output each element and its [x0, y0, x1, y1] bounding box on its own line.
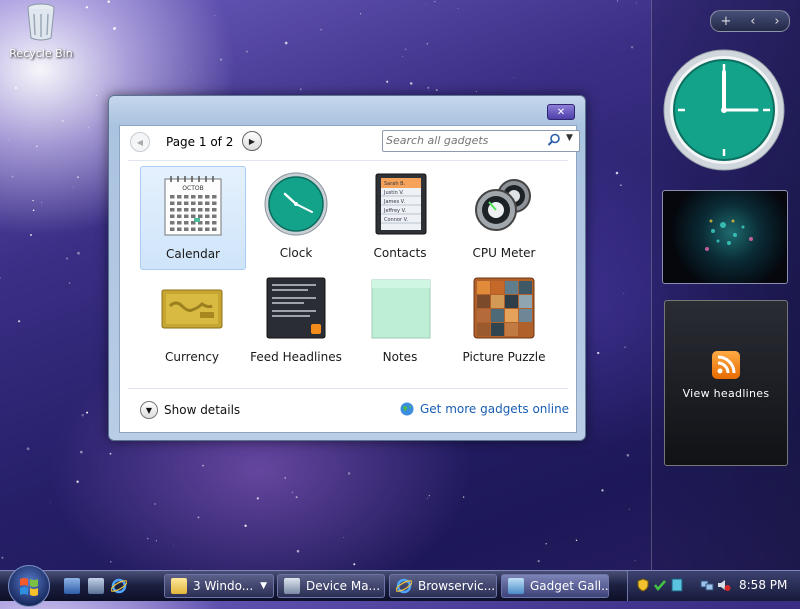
- gadget-tile-cpu-meter[interactable]: CPU Meter: [452, 166, 556, 268]
- slideshow-image: [705, 219, 753, 251]
- close-button[interactable]: ✕: [547, 104, 575, 120]
- gadget-name: Feed Headlines: [250, 350, 342, 364]
- globe-icon: [400, 402, 414, 416]
- rss-icon: [712, 351, 740, 379]
- gadget-name: Clock: [279, 246, 313, 260]
- slideshow-gadget[interactable]: [662, 190, 788, 284]
- gadget-name: Contacts: [373, 246, 427, 260]
- system-tray: 8:58 PM: [627, 571, 800, 601]
- gadget-tile-contacts[interactable]: Sarah B. Justin V. James V. Jeffrey V. C…: [348, 166, 452, 268]
- get-more-gadgets-label: Get more gadgets online: [420, 402, 570, 416]
- internet-explorer-icon[interactable]: [110, 578, 128, 594]
- recycle-bin-icon: [27, 3, 55, 41]
- start-button[interactable]: [8, 565, 50, 607]
- svg-text:Justin V.: Justin V.: [383, 190, 404, 196]
- volume-muted-icon[interactable]: [717, 578, 731, 592]
- toolbar-divider: [128, 160, 568, 161]
- gadget-tile-feed-headlines[interactable]: Feed Headlines: [244, 270, 348, 372]
- task-button-gadget-gallery[interactable]: Gadget Gall...: [501, 574, 609, 598]
- clock-icon: [264, 172, 328, 236]
- gadget-name: Currency: [164, 350, 220, 364]
- svg-text:Sarah B.: Sarah B.: [384, 181, 406, 187]
- previous-page-button[interactable]: ◀: [130, 132, 150, 152]
- gadget-gallery-icon: [508, 578, 524, 594]
- gadget-tile-picture-puzzle[interactable]: Picture Puzzle: [452, 270, 556, 372]
- task-button-device-manager[interactable]: Device Ma...: [277, 574, 385, 598]
- view-headlines-label[interactable]: View headlines: [665, 387, 787, 400]
- svg-text:Jeffrey V.: Jeffrey V.: [383, 208, 406, 214]
- search-icon[interactable]: [547, 133, 561, 147]
- show-details-button[interactable]: ▼ Show details: [140, 401, 240, 419]
- gadget-gallery-window: ✕ ◀ Page 1 of 2 ▶ ▼: [108, 95, 586, 441]
- gadget-name: Notes: [382, 350, 418, 364]
- get-more-gadgets-link[interactable]: Get more gadgets online: [400, 402, 569, 416]
- clock-gadget[interactable]: [662, 48, 786, 172]
- close-icon: ✕: [556, 106, 566, 118]
- sidebar-prev-button[interactable]: ‹: [750, 14, 755, 29]
- chevron-down-icon: ▼: [260, 581, 267, 591]
- gallery-toolbar: ◀ Page 1 of 2 ▶ ▼: [120, 126, 580, 158]
- contacts-icon: Sarah B. Justin V. James V. Jeffrey V. C…: [375, 173, 427, 235]
- feed-headlines-gadget[interactable]: View headlines: [664, 300, 788, 466]
- gadget-tile-clock[interactable]: Clock: [244, 166, 348, 268]
- svg-text:Connor V.: Connor V.: [384, 217, 408, 223]
- recycle-bin[interactable]: Recycle Bin: [6, 2, 76, 60]
- task-button-browservice[interactable]: Browservic...: [389, 574, 497, 598]
- search-box[interactable]: ▼: [382, 130, 580, 152]
- cpu-meter-icon: [475, 179, 531, 231]
- calendar-icon: OCTOB: [164, 176, 222, 236]
- gadget-tile-currency[interactable]: Currency: [140, 270, 244, 372]
- task-button-windows-explorer[interactable]: 3 Windo... ▼: [164, 574, 274, 598]
- network-icon[interactable]: [700, 578, 714, 592]
- sidebar-controls: + ‹ ›: [710, 10, 790, 32]
- switch-windows-icon[interactable]: [88, 578, 104, 594]
- search-options-chevron-icon[interactable]: ▼: [566, 133, 573, 143]
- feed-headlines-icon: [266, 277, 326, 339]
- currency-icon: [161, 289, 223, 329]
- recycle-bin-label: Recycle Bin: [9, 47, 73, 60]
- security-shield-icon[interactable]: [636, 578, 650, 592]
- footer-divider: [128, 388, 568, 389]
- add-gadget-button[interactable]: +: [720, 14, 731, 29]
- gadget-name: Picture Puzzle: [462, 350, 546, 364]
- sidebar-next-button[interactable]: ›: [774, 14, 779, 29]
- chevron-down-icon: ▼: [140, 401, 158, 419]
- picture-puzzle-icon: [473, 277, 535, 339]
- internet-explorer-icon: [395, 578, 413, 594]
- gadget-tile-notes[interactable]: Notes: [348, 270, 452, 372]
- notes-icon: [371, 279, 431, 339]
- taskbar: 3 Windo... ▼ Device Ma... Browservic... …: [0, 565, 800, 607]
- next-page-button[interactable]: ▶: [242, 131, 262, 151]
- device-manager-icon: [284, 578, 300, 594]
- sidebar-tray-icon[interactable]: [670, 578, 684, 592]
- gallery-content: ◀ Page 1 of 2 ▶ ▼: [119, 125, 580, 433]
- clock-time[interactable]: 8:58 PM: [739, 578, 787, 592]
- calendar-month-label: OCTOB: [182, 185, 203, 192]
- search-input[interactable]: [386, 132, 538, 148]
- page-indicator: Page 1 of 2: [166, 135, 234, 149]
- show-desktop-icon[interactable]: [64, 578, 80, 594]
- svg-text:James V.: James V.: [383, 199, 405, 205]
- check-icon[interactable]: [653, 578, 667, 592]
- gadget-tile-calendar[interactable]: OCTOB Calendar: [140, 166, 246, 270]
- windows-logo-icon: [20, 578, 38, 596]
- show-details-label: Show details: [164, 403, 241, 417]
- folder-icon: [171, 578, 187, 594]
- gadget-name: CPU Meter: [472, 246, 536, 260]
- gadget-name: Calendar: [166, 247, 220, 261]
